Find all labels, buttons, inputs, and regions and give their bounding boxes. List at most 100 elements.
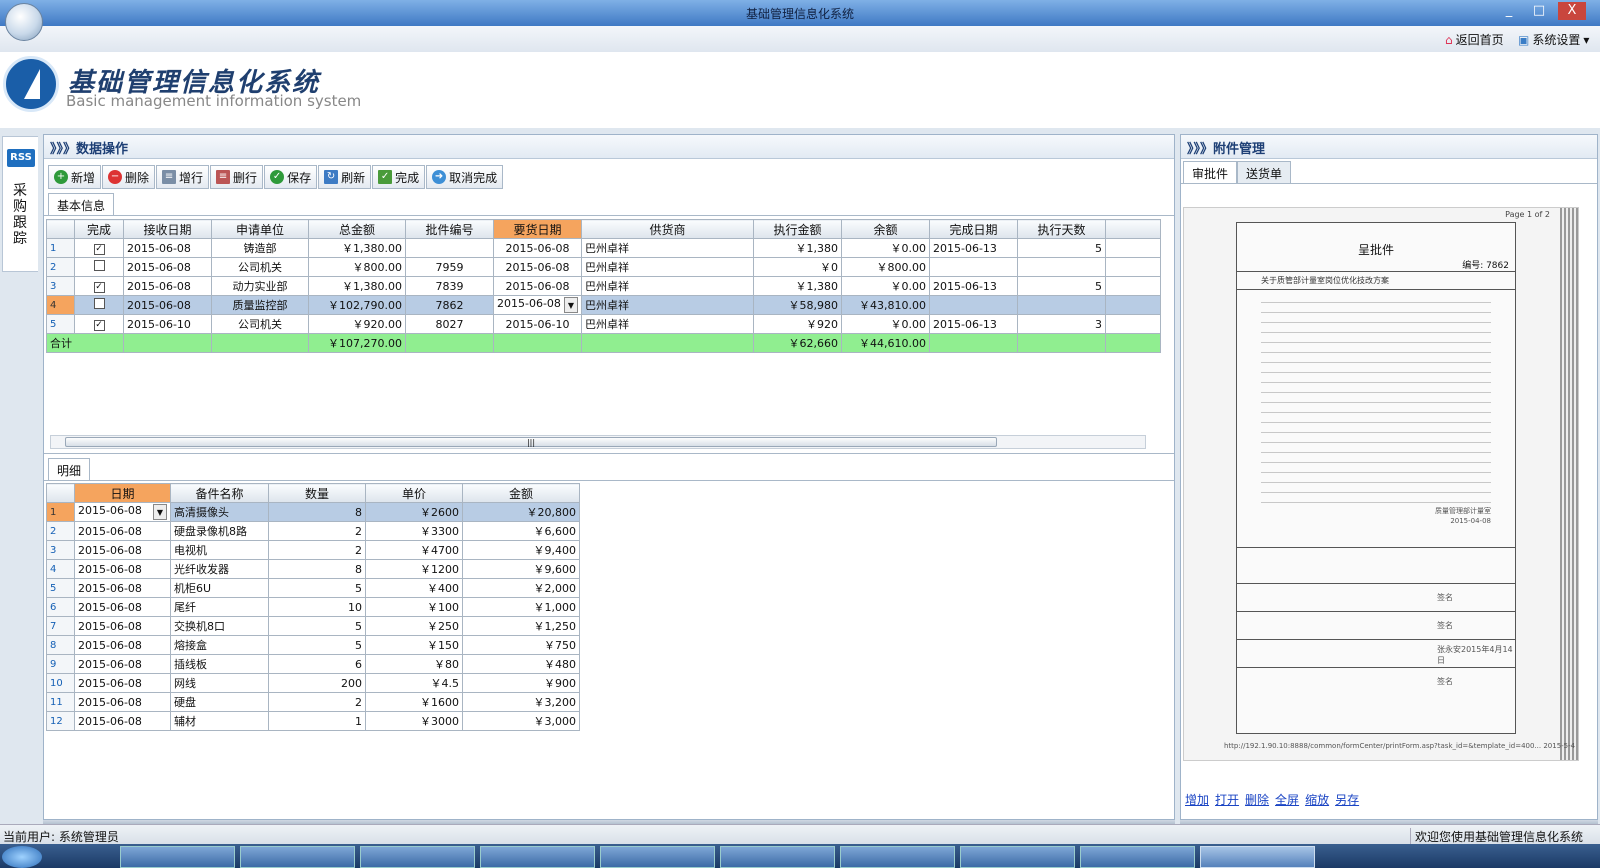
minimize-button[interactable]: _ [1495, 2, 1523, 20]
done-checkbox[interactable] [93, 260, 105, 271]
taskbar-item[interactable] [600, 846, 715, 868]
taskbar-item[interactable] [840, 846, 955, 868]
table-row[interactable]: 3 ✓ 2015-06-08 动力实业部 ￥1,380.00 7839 2015… [46, 276, 1161, 296]
table-row[interactable]: 5 ✓ 2015-06-10 公司机关 ￥920.00 8027 2015-06… [46, 314, 1161, 334]
taskbar-item[interactable] [240, 846, 355, 868]
doc-heading: 呈批件 [1357, 243, 1394, 257]
col-date[interactable]: 日期 [74, 483, 171, 503]
done-checkbox[interactable] [93, 298, 105, 309]
home-orb-icon[interactable] [5, 3, 43, 41]
col-amount[interactable]: 金额 [462, 483, 580, 503]
chevron-down-icon[interactable]: ▼ [153, 504, 167, 520]
col-exec-amount[interactable]: 执行金额 [753, 219, 842, 239]
toolbar: + 新增 − 删除 ≡ 增行 ≡ 删行 ✓ 保存 ↻ 刷新 ✓ 完成 ➜ 取消完成 [48, 165, 504, 189]
done-checkbox[interactable]: ✓ [93, 282, 105, 293]
detail-row[interactable]: 2 2015-06-08 硬盘录像机8路 2 ￥3300 ￥6,600 [46, 521, 580, 541]
save-button[interactable]: ✓ 保存 [264, 165, 318, 189]
col-qty[interactable]: 数量 [268, 483, 366, 503]
detail-row[interactable]: 5 2015-06-08 机柜6U 5 ￥400 ￥2,000 [46, 578, 580, 598]
save-as-link[interactable]: 另存 [1335, 791, 1359, 808]
detail-row[interactable]: 12 2015-06-08 辅材 1 ￥3000 ￥3,000 [46, 711, 580, 731]
table-row[interactable]: 1 ✓ 2015-06-08 铸造部 ￥1,380.00 2015-06-08 … [46, 238, 1161, 258]
col-finish-date[interactable]: 完成日期 [929, 219, 1018, 239]
col-need-date[interactable]: 要货日期 [493, 219, 582, 239]
table-row-selected[interactable]: 4 2015-06-08 质量监控部 ￥102,790.00 7862 2015… [46, 295, 1161, 315]
doc-page: Page 1 of 2 [1505, 210, 1550, 219]
doc-subject: 关于质管部计量室岗位优化技改方案 [1237, 271, 1515, 289]
detail-row-selected[interactable]: 1 2015-06-08 ▼ 高清摄像头 8 ￥2600 ￥20,800 [46, 502, 580, 522]
main-grid: 完成 接收日期 申请单位 总金额 批件编号 要货日期 供货商 执行金额 余额 完… [46, 219, 1161, 353]
settings-link[interactable]: ▣ 系统设置 ▾ [1518, 31, 1589, 48]
col-unit[interactable]: 申请单位 [211, 219, 309, 239]
detail-row[interactable]: 3 2015-06-08 电视机 2 ￥4700 ￥9,400 [46, 540, 580, 560]
maximize-button[interactable]: □ [1525, 2, 1553, 20]
menu-bar: ⌂ 返回首页 ▣ 系统设置 ▾ [0, 26, 1600, 52]
detail-row[interactable]: 7 2015-06-08 交换机8口 5 ￥250 ￥1,250 [46, 616, 580, 636]
complete-button[interactable]: ✓ 完成 [372, 165, 426, 189]
attachment-tabstrip: 审批件 送货单 [1183, 161, 1292, 183]
chevron-down-icon: ▾ [1583, 32, 1590, 47]
doc-url: http://192.1.90.10:8888/common/formCente… [1224, 742, 1576, 750]
detail-row[interactable]: 6 2015-06-08 尾纤 10 ￥100 ￥1,000 [46, 597, 580, 617]
add-link[interactable]: 增加 [1185, 791, 1209, 808]
attachments-panel: 》》》附件管理 审批件 送货单 Page 1 of 2 呈批件 编号: 7862… [1180, 134, 1598, 820]
detail-row[interactable]: 9 2015-06-08 插线板 6 ￥80 ￥480 [46, 654, 580, 674]
done-checkbox[interactable]: ✓ [93, 244, 105, 255]
date-picker-value[interactable]: 2015-06-08 [497, 297, 561, 310]
detail-row[interactable]: 8 2015-06-08 熔接盒 5 ￥150 ￥750 [46, 635, 580, 655]
status-bar: 当前用户: 系统管理员 欢迎您使用基础管理信息化系统 [0, 824, 1600, 845]
doc-body: 质量管理部计量室 2015-04-08 [1237, 289, 1515, 547]
refresh-button[interactable]: ↻ 刷新 [318, 165, 372, 189]
col-total[interactable]: 总金额 [308, 219, 406, 239]
detail-row[interactable]: 11 2015-06-08 硬盘 2 ￥1600 ￥3,200 [46, 692, 580, 712]
chevron-down-icon[interactable]: ▼ [564, 297, 578, 313]
done-checkbox[interactable]: ✓ [93, 320, 105, 331]
delete-link[interactable]: 删除 [1245, 791, 1269, 808]
home-icon: ⌂ [1445, 32, 1453, 47]
col-done[interactable]: 完成 [74, 219, 124, 239]
add-row-button[interactable]: ≡ 增行 [156, 165, 210, 189]
tab-basic-info[interactable]: 基本信息 [48, 193, 115, 215]
taskbar-item[interactable] [120, 846, 235, 868]
horizontal-scrollbar[interactable]: ||| [50, 435, 1146, 449]
doc-number: 编号: 7862 [1462, 261, 1509, 271]
home-link[interactable]: ⌂ 返回首页 [1445, 31, 1504, 48]
add-button[interactable]: + 新增 [48, 165, 102, 189]
tab-detail[interactable]: 明细 [48, 458, 91, 480]
plus-icon: + [54, 170, 68, 184]
title-bar: 基础管理信息化系统 _ □ X [0, 0, 1600, 41]
add-row-icon: ≡ [162, 170, 177, 184]
window-title: 基础管理信息化系统 [745, 7, 854, 21]
col-approval-no[interactable]: 批件编号 [405, 219, 494, 239]
delete-button[interactable]: − 删除 [102, 165, 156, 189]
scrollbar-thumb[interactable]: ||| [65, 437, 997, 447]
zoom-link[interactable]: 缩放 [1305, 791, 1329, 808]
side-tab-purchase-tracking[interactable]: RSS 采购跟踪 [2, 136, 38, 272]
fullscreen-link[interactable]: 全屏 [1275, 791, 1299, 808]
close-button[interactable]: X [1558, 2, 1586, 20]
delete-row-button[interactable]: ≡ 删行 [210, 165, 264, 189]
taskbar-item[interactable] [360, 846, 475, 868]
cancel-complete-button[interactable]: ➜ 取消完成 [426, 165, 504, 189]
side-tab-label: 采购跟踪 [13, 183, 27, 247]
spellcheck-icon: ✓ [378, 170, 393, 184]
taskbar-item[interactable] [960, 846, 1075, 868]
col-supplier[interactable]: 供货商 [581, 219, 754, 239]
taskbar-item-active[interactable] [1200, 846, 1315, 868]
tab-approval[interactable]: 审批件 [1183, 161, 1238, 183]
table-row[interactable]: 2 2015-06-08 公司机关 ￥800.00 7959 2015-06-0… [46, 257, 1161, 277]
taskbar-item[interactable] [1080, 846, 1195, 868]
detail-row[interactable]: 4 2015-06-08 光纤收发器 8 ￥1200 ￥9,600 [46, 559, 580, 579]
open-link[interactable]: 打开 [1215, 791, 1239, 808]
col-exec-days[interactable]: 执行天数 [1017, 219, 1106, 239]
detail-row[interactable]: 10 2015-06-08 网线 200 ￥4.5 ￥900 [46, 673, 580, 693]
taskbar-item[interactable] [720, 846, 835, 868]
col-recv-date[interactable]: 接收日期 [123, 219, 212, 239]
document-preview[interactable]: Page 1 of 2 呈批件 编号: 7862 关于质管部计量室岗位优化技改方… [1183, 207, 1579, 761]
col-part-name[interactable]: 备件名称 [170, 483, 269, 503]
tab-delivery[interactable]: 送货单 [1237, 161, 1292, 183]
col-balance[interactable]: 余额 [841, 219, 930, 239]
taskbar-item[interactable] [480, 846, 595, 868]
col-unit-price[interactable]: 单价 [365, 483, 463, 503]
start-icon[interactable] [2, 846, 42, 868]
